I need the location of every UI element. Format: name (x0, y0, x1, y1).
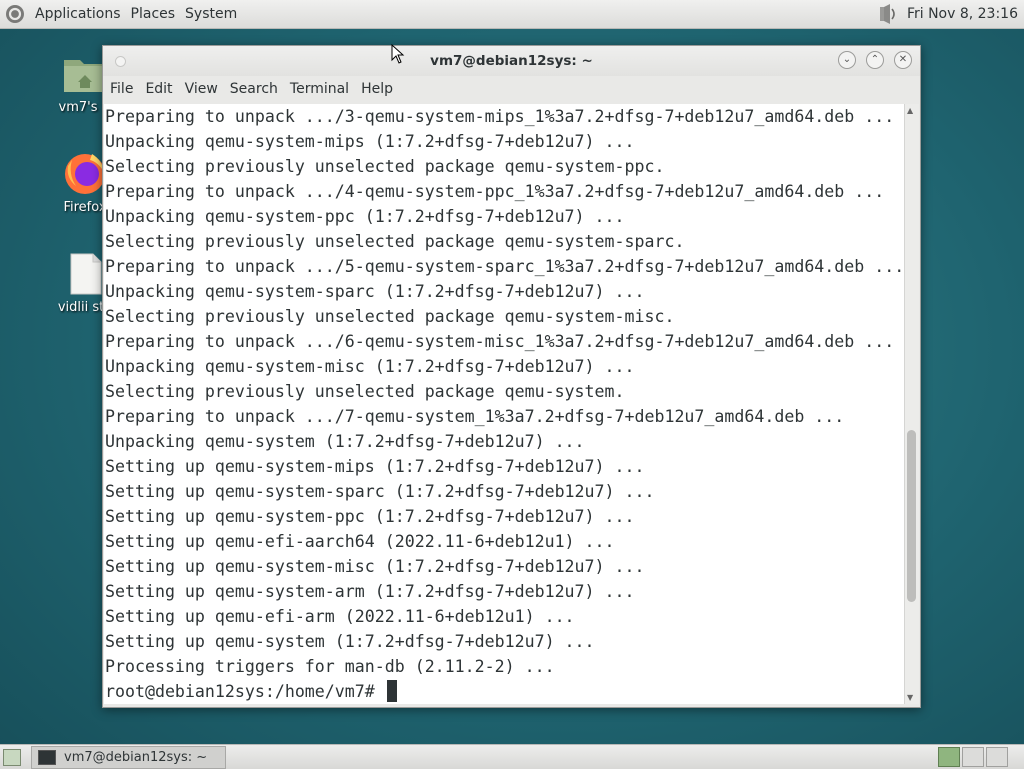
workspace-3[interactable] (986, 747, 1008, 767)
terminal-line: Setting up qemu-system-mips (1:7.2+dfsg-… (105, 457, 645, 476)
terminal-titlebar[interactable]: vm7@debian12sys: ~ ⌄ ⌃ ✕ (103, 46, 920, 76)
taskbar-item-label: vm7@debian12sys: ~ (64, 750, 208, 765)
terminal-line: Setting up qemu-system-arm (1:7.2+dfsg-7… (105, 582, 635, 601)
show-desktop-button[interactable] (3, 749, 21, 766)
prompt-text: root@debian12sys:/home/vm7# (105, 682, 385, 701)
terminal-line: Selecting previously unselected package … (105, 232, 685, 251)
menu-search[interactable]: Search (224, 81, 284, 97)
terminal-menubar: File Edit View Search Terminal Help (103, 76, 920, 102)
terminal-line: Unpacking qemu-system-sparc (1:7.2+dfsg-… (105, 282, 645, 301)
terminal-line: Setting up qemu-system-sparc (1:7.2+dfsg… (105, 482, 655, 501)
minimize-button[interactable]: ⌄ (838, 51, 856, 69)
terminal-line: Preparing to unpack .../3-qemu-system-mi… (105, 107, 895, 126)
terminal-line: Unpacking qemu-system-misc (1:7.2+dfsg-7… (105, 357, 635, 376)
menu-terminal[interactable]: Terminal (284, 81, 355, 97)
taskbar-item-terminal[interactable]: vm7@debian12sys: ~ (31, 746, 226, 769)
terminal-line: Preparing to unpack .../4-qemu-system-pp… (105, 182, 885, 201)
panel-tray: Fri Nov 8, 23:16 (877, 0, 1018, 28)
menu-view[interactable]: View (179, 81, 224, 97)
system-menu[interactable]: System (181, 6, 241, 22)
terminal-line: Selecting previously unselected package … (105, 157, 665, 176)
window-controls: ⌄ ⌃ ✕ (838, 51, 912, 69)
terminal-line: Preparing to unpack .../7-qemu-system_1%… (105, 407, 845, 426)
terminal-line: Processing triggers for man-db (2.11.2-2… (105, 657, 555, 676)
terminal-line: Unpacking qemu-system-ppc (1:7.2+dfsg-7+… (105, 207, 625, 226)
maximize-button[interactable]: ⌃ (866, 51, 884, 69)
terminal-text: Preparing to unpack .../3-qemu-system-mi… (104, 104, 904, 704)
text-cursor (386, 680, 397, 702)
debian-menu-icon[interactable] (5, 4, 25, 24)
terminal-line: Setting up qemu-efi-arm (2022.11-6+deb12… (105, 607, 575, 626)
terminal-prompt[interactable]: root@debian12sys:/home/vm7# (105, 679, 904, 704)
document-icon (70, 253, 102, 295)
menu-file[interactable]: File (104, 81, 139, 97)
terminal-line: Selecting previously unselected package … (105, 382, 625, 401)
desktop-icon-label: Firefox (63, 200, 107, 215)
top-panel: Applications Places System Fri Nov 8, 23… (0, 0, 1024, 29)
workspace-2[interactable] (962, 747, 984, 767)
terminal-line: Preparing to unpack .../5-qemu-system-sp… (105, 257, 904, 276)
volume-icon[interactable] (877, 3, 899, 25)
places-menu[interactable]: Places (127, 6, 180, 22)
mouse-pointer-icon (391, 44, 405, 64)
terminal-output[interactable]: Preparing to unpack .../3-qemu-system-mi… (104, 104, 904, 704)
clock[interactable]: Fri Nov 8, 23:16 (907, 6, 1018, 22)
terminal-line: Setting up qemu-system-misc (1:7.2+dfsg-… (105, 557, 645, 576)
scrollbar-thumb[interactable] (907, 430, 916, 602)
applications-menu[interactable]: Applications (31, 6, 125, 22)
window-title: vm7@debian12sys: ~ (430, 53, 593, 69)
menu-edit[interactable]: Edit (139, 81, 178, 97)
terminal-line: Setting up qemu-efi-aarch64 (2022.11-6+d… (105, 532, 615, 551)
bottom-panel: vm7@debian12sys: ~ (0, 744, 1024, 769)
terminal-line: Selecting previously unselected package … (105, 307, 675, 326)
terminal-window[interactable]: vm7@debian12sys: ~ ⌄ ⌃ ✕ File Edit View … (102, 45, 921, 708)
terminal-scrollbar[interactable]: ▲ ▼ (904, 104, 919, 704)
terminal-line: Preparing to unpack .../6-qemu-system-mi… (105, 332, 895, 351)
workspace-1[interactable] (938, 747, 960, 767)
scroll-up-arrow-icon[interactable]: ▲ (907, 106, 913, 115)
window-menu-icon[interactable] (115, 56, 126, 67)
terminal-icon (38, 750, 56, 765)
scroll-down-arrow-icon[interactable]: ▼ (907, 693, 913, 702)
menu-help[interactable]: Help (355, 81, 399, 97)
terminal-line: Setting up qemu-system-ppc (1:7.2+dfsg-7… (105, 507, 635, 526)
close-button[interactable]: ✕ (894, 51, 912, 69)
terminal-line: Unpacking qemu-system (1:7.2+dfsg-7+deb1… (105, 432, 585, 451)
terminal-line: Unpacking qemu-system-mips (1:7.2+dfsg-7… (105, 132, 635, 151)
terminal-line: Setting up qemu-system (1:7.2+dfsg-7+deb… (105, 632, 595, 651)
